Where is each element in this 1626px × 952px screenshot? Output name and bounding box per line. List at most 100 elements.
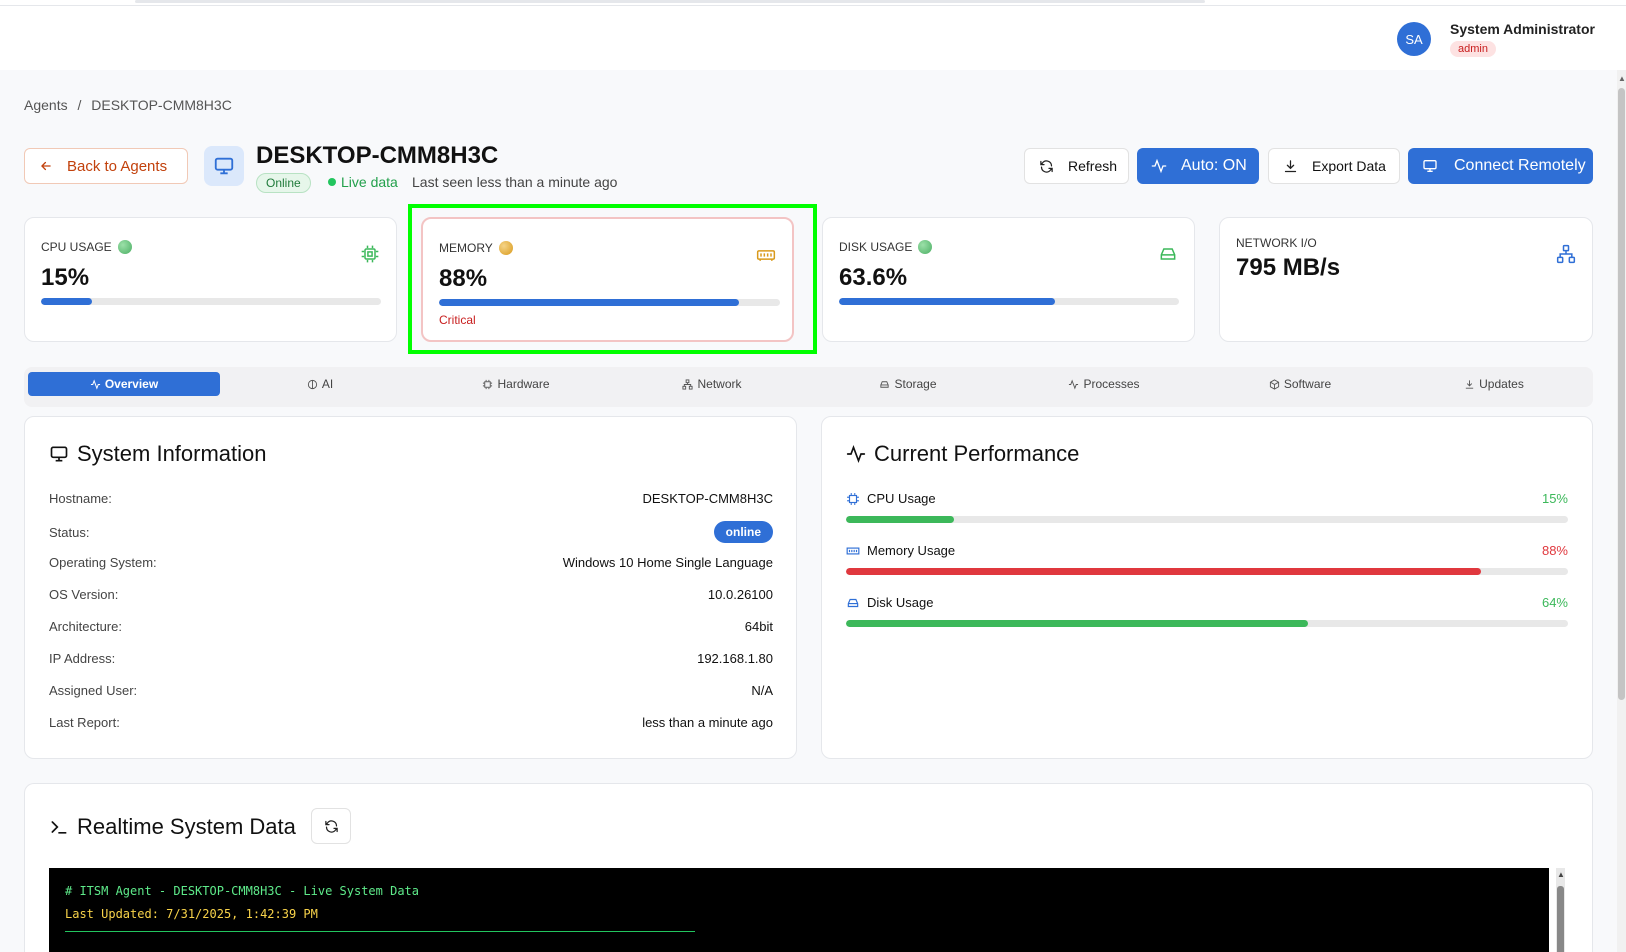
perf-cpu-bar: [846, 516, 1568, 523]
perf-disk-bar-fill: [846, 620, 1309, 627]
info-value: Windows 10 Home Single Language: [562, 555, 773, 570]
realtime-system-data-panel: Realtime System Data # ITSM Agent - DESK…: [24, 783, 1593, 952]
cpu-usage-bar-fill: [41, 298, 92, 305]
cpu-usage-label-row: CPU USAGE: [41, 240, 132, 254]
tab-network[interactable]: Network: [616, 372, 808, 396]
tab-overview[interactable]: Overview: [28, 372, 220, 396]
terminal-scrollbar-thumb[interactable]: [1557, 886, 1564, 952]
breadcrumb: Agents / DESKTOP-CMM8H3C: [24, 97, 232, 113]
perf-memory-row: Memory Usage 88%: [846, 543, 1568, 575]
disk-usage-card: DISK USAGE 63.6%: [822, 217, 1195, 342]
hard-drive-icon: [847, 598, 859, 607]
terminal-scrollbar[interactable]: ▲: [1556, 868, 1565, 952]
network-io-label: NETWORK I/O: [1236, 236, 1317, 250]
page-title: DESKTOP-CMM8H3C: [256, 142, 499, 169]
activity-icon: [846, 444, 866, 464]
cpu-usage-value: 15%: [41, 264, 90, 291]
cpu-usage-card: CPU USAGE 15%: [24, 217, 397, 342]
app-header: SA System Administrator admin: [0, 6, 1626, 70]
perf-disk-value: 64%: [1541, 595, 1568, 610]
info-row-last-report: Last Report: less than a minute ago: [49, 715, 773, 730]
refresh-button[interactable]: Refresh: [1024, 148, 1129, 184]
hard-drive-icon: [880, 380, 890, 388]
perf-cpu-row: CPU Usage 15%: [846, 491, 1568, 523]
status-indicator-icon: [117, 240, 132, 254]
refresh-icon: [1039, 159, 1054, 174]
scroll-up-arrow-icon[interactable]: ▲: [1618, 74, 1626, 83]
network-io-card: NETWORK I/O 795 MB/s: [1219, 217, 1593, 342]
auto-refresh-toggle[interactable]: Auto: ON: [1137, 148, 1259, 184]
auto-label: Auto: ON: [1181, 157, 1247, 174]
status-indicator-icon: [918, 240, 933, 254]
network-icon: [1556, 244, 1576, 264]
refresh-label: Refresh: [1068, 158, 1118, 174]
info-key: Architecture:: [49, 619, 122, 634]
status-badge: online: [713, 521, 773, 543]
perf-cpu-value: 15%: [1541, 491, 1568, 506]
info-value: less than a minute ago: [642, 715, 773, 730]
realtime-title-text: Realtime System Data: [77, 814, 296, 839]
monitor-icon: [204, 146, 244, 186]
breadcrumb-separator: /: [77, 97, 82, 113]
current-performance-title-text: Current Performance: [874, 441, 1080, 466]
status-badge: Online: [256, 173, 311, 193]
cpu-usage-bar: [41, 298, 381, 305]
disk-usage-label: DISK USAGE: [839, 240, 913, 254]
info-value: 64bit: [744, 619, 773, 634]
breadcrumb-agents-link[interactable]: Agents: [24, 97, 68, 113]
scroll-up-arrow-icon[interactable]: ▲: [1557, 870, 1565, 879]
terminal-line-header: # ITSM Agent - DESKTOP-CMM8H3C - Live Sy…: [65, 884, 420, 898]
perf-cpu-bar-fill: [846, 516, 955, 523]
cpu-chip-icon: [847, 492, 859, 505]
tab-hardware[interactable]: Hardware: [420, 372, 612, 396]
highlight-box: [408, 204, 817, 354]
tab-storage[interactable]: Storage: [812, 372, 1004, 396]
tab-hardware-label: Hardware: [497, 377, 550, 391]
activity-icon: [1069, 379, 1079, 389]
memory-module-icon: [846, 547, 860, 554]
info-key: Hostname:: [49, 491, 112, 506]
perf-disk-bar: [846, 620, 1568, 627]
info-row-ip: IP Address: 192.168.1.80: [49, 651, 773, 666]
export-data-button[interactable]: Export Data: [1268, 148, 1400, 184]
tab-ai[interactable]: AI: [224, 372, 416, 396]
download-icon: [1283, 159, 1298, 174]
info-key: Operating System:: [49, 555, 157, 570]
info-key: Last Report:: [49, 715, 120, 730]
monitor-icon: [1422, 158, 1438, 174]
system-information-title-text: System Information: [77, 441, 267, 466]
info-key: Status:: [49, 524, 90, 540]
info-row-os: Operating System: Windows 10 Home Single …: [49, 555, 773, 570]
refresh-icon: [324, 819, 338, 833]
cpu-usage-label: CPU USAGE: [41, 240, 112, 254]
hard-drive-icon: [1158, 244, 1178, 264]
perf-memory-value: 88%: [1541, 543, 1568, 558]
page-scrollbar[interactable]: ▲: [1617, 70, 1626, 952]
user-name: System Administrator: [1450, 21, 1595, 37]
top-progress-bar: [135, 0, 1205, 3]
realtime-title: Realtime System Data: [49, 814, 296, 840]
back-to-agents-button[interactable]: Back to Agents: [24, 148, 188, 184]
avatar[interactable]: SA: [1397, 22, 1431, 56]
export-label: Export Data: [1312, 158, 1386, 174]
info-row-os-version: OS Version: 10.0.26100: [49, 587, 773, 602]
disk-usage-label-row: DISK USAGE: [839, 240, 933, 254]
tab-software-label: Software: [1283, 377, 1332, 391]
scrollbar-thumb[interactable]: [1618, 88, 1625, 700]
tab-processes[interactable]: Processes: [1008, 372, 1200, 396]
info-row-hostname: Hostname: DESKTOP-CMM8H3C: [49, 491, 773, 506]
info-value: 10.0.26100: [707, 587, 773, 602]
live-dot-icon: [328, 178, 336, 186]
info-row-architecture: Architecture: 64bit: [49, 619, 773, 634]
connect-remotely-button[interactable]: Connect Remotely: [1408, 148, 1593, 184]
brain-icon: [307, 379, 317, 389]
network-io-value: 795 MB/s: [1236, 254, 1341, 281]
tab-software[interactable]: Software: [1204, 372, 1396, 396]
tab-bar: Overview AI Hardware Network Storage Pro…: [24, 367, 1593, 407]
realtime-refresh-button[interactable]: [311, 808, 351, 844]
tab-updates[interactable]: Updates: [1400, 372, 1588, 396]
terminal-icon: [51, 821, 67, 834]
tab-ai-label: AI: [321, 377, 334, 391]
perf-cpu-label: CPU Usage: [867, 491, 936, 506]
package-icon: [1269, 378, 1279, 390]
